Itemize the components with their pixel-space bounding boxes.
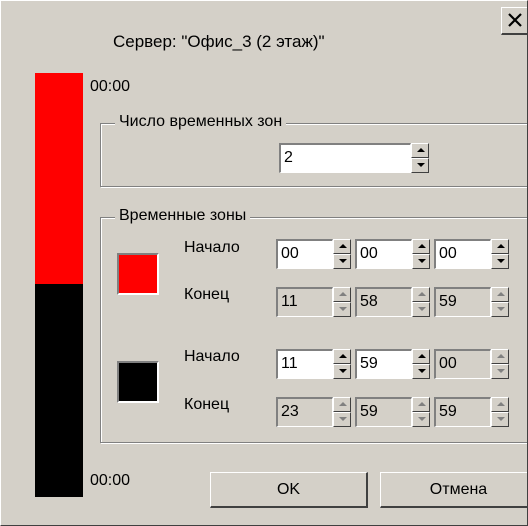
spin-down-button[interactable]: [412, 254, 430, 269]
zone2-end-hour: 23: [276, 397, 351, 427]
zone2-end-second: 59: [434, 397, 509, 427]
server-label: Сервер: "Офис_3 (2 этаж)": [113, 32, 325, 51]
spin-down-button[interactable]: [333, 254, 351, 269]
spin-up-button: [491, 349, 509, 364]
spin-up-button[interactable]: [333, 239, 351, 254]
spin-up-button: [333, 397, 351, 412]
ok-button[interactable]: OK: [210, 472, 368, 508]
close-button[interactable]: [501, 7, 527, 35]
zone2-start-hour-input[interactable]: 11: [276, 349, 333, 379]
spin-up-button: [412, 287, 430, 302]
zone2-end-minute: 59: [355, 397, 430, 427]
spin-down-button: [491, 364, 509, 379]
zone2-start-second: 00: [434, 349, 509, 379]
spin-down-button[interactable]: [333, 364, 351, 379]
zone-count-up-button[interactable]: [411, 143, 429, 158]
zone2-start-label: Начало: [184, 348, 240, 365]
spin-down-button[interactable]: [491, 254, 509, 269]
zones-title: Временные зоны: [115, 207, 251, 225]
zone-count-spinner[interactable]: 2: [279, 143, 429, 173]
spin-up-button: [491, 287, 509, 302]
spin-down-button: [333, 302, 351, 317]
timeline-zone2-bar: [35, 284, 83, 497]
zone2-end-second-input: 59: [434, 397, 491, 427]
timeline-bottom-time: 00:00: [90, 472, 131, 489]
zone2-end-hour-input: 23: [276, 397, 333, 427]
zone1-end-second: 59: [434, 287, 509, 317]
timeline-zone1-bar: [35, 73, 83, 284]
cancel-button[interactable]: Отмена: [380, 472, 527, 508]
spin-up-button[interactable]: [491, 239, 509, 254]
spin-down-button: [491, 302, 509, 317]
spin-up-button: [491, 397, 509, 412]
zone1-end-minute-input: 58: [355, 287, 412, 317]
zone-count-down-button[interactable]: [411, 158, 429, 173]
zone1-start-minute-input[interactable]: 00: [355, 239, 412, 269]
time-zones-dialog: Сервер: "Офис_3 (2 этаж)" 00:00 00:00 Чи…: [0, 0, 528, 526]
zone2-end-label: Конец: [184, 396, 230, 413]
zone1-start-second-input[interactable]: 00: [434, 239, 491, 269]
zone2-start-hour[interactable]: 11: [276, 349, 351, 379]
spin-up-button: [333, 287, 351, 302]
spin-down-button[interactable]: [412, 364, 430, 379]
spin-down-button: [412, 412, 430, 427]
spin-up-button[interactable]: [412, 239, 430, 254]
zone1-start-minute[interactable]: 00: [355, 239, 430, 269]
zone1-start-label: Начало: [184, 239, 240, 256]
zone-count-input[interactable]: 2: [279, 143, 411, 173]
close-icon: [508, 13, 522, 27]
zone2-start-minute-input[interactable]: 59: [355, 349, 412, 379]
zone2-color-swatch[interactable]: [117, 361, 159, 403]
spin-down-button: [491, 412, 509, 427]
spin-up-button[interactable]: [412, 349, 430, 364]
zone1-end-hour: 11: [276, 287, 351, 317]
zone1-end-hour-input: 11: [276, 287, 333, 317]
zone1-end-label: Конец: [184, 286, 230, 303]
zone1-start-hour[interactable]: 00: [276, 239, 351, 269]
zone1-start-second[interactable]: 00: [434, 239, 509, 269]
spin-down-button: [412, 302, 430, 317]
spin-up-button[interactable]: [333, 349, 351, 364]
zone2-start-second-input: 00: [434, 349, 491, 379]
zone-count-title: Число временных зон: [115, 113, 287, 131]
zone2-end-minute-input: 59: [355, 397, 412, 427]
timeline-top-time: 00:00: [90, 78, 131, 95]
zone1-end-minute: 58: [355, 287, 430, 317]
zone1-color-swatch[interactable]: [117, 253, 159, 295]
spin-up-button: [412, 397, 430, 412]
spin-down-button: [333, 412, 351, 427]
zone2-start-minute[interactable]: 59: [355, 349, 430, 379]
zone1-start-hour-input[interactable]: 00: [276, 239, 333, 269]
zone1-end-second-input: 59: [434, 287, 491, 317]
